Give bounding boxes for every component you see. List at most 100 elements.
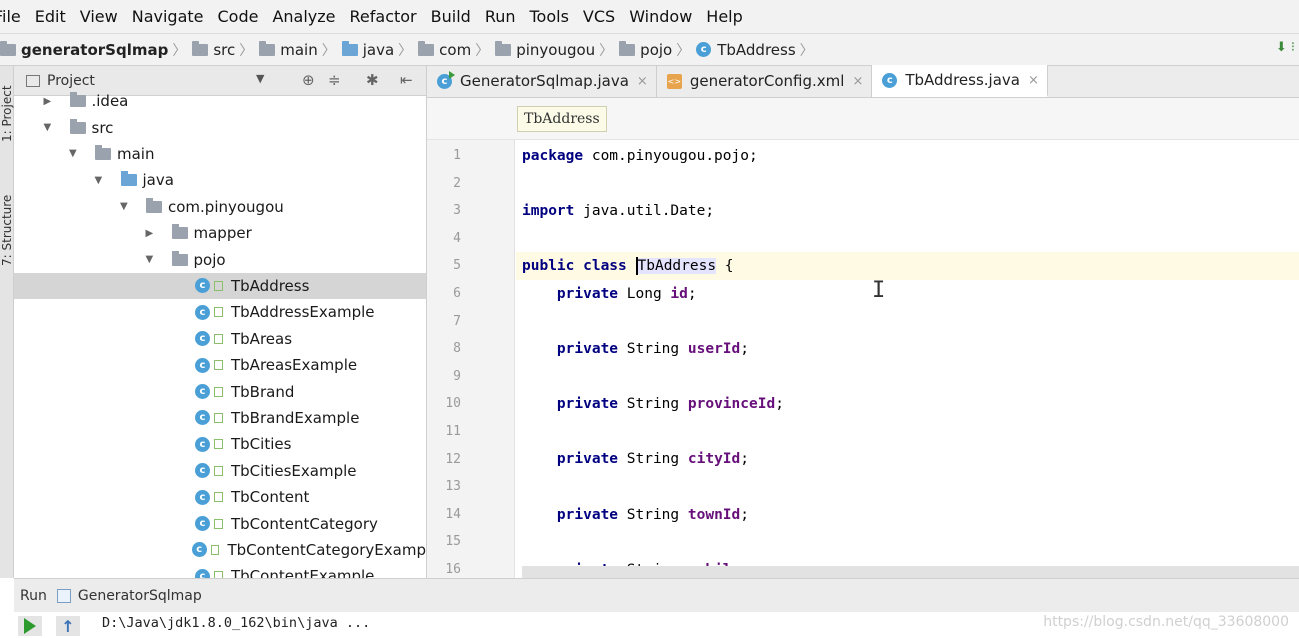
- menu-edit[interactable]: Edit: [28, 7, 73, 26]
- menu-build[interactable]: Build: [424, 7, 478, 26]
- tree-item-tbcities[interactable]: c TbCities: [14, 431, 426, 457]
- rerun-button[interactable]: [18, 616, 42, 636]
- tree-item--idea[interactable]: ▶ .idea: [14, 88, 426, 114]
- code-text: com.pinyougou.pojo;: [583, 147, 758, 164]
- expanded-arrow-icon[interactable]: ▼: [69, 148, 83, 159]
- project-panel-title[interactable]: Project: [47, 73, 95, 89]
- menu-refactor[interactable]: Refactor: [343, 7, 424, 26]
- class-icon: c: [195, 568, 210, 578]
- tree-item-tbareas[interactable]: c TbAreas: [14, 326, 426, 352]
- breadcrumb: src 〉 main 〉 java 〉 com 〉 pinyougou 〉 pojo 〉 c TbAddr…: [192, 40, 819, 60]
- locate-icon[interactable]: ⊕: [302, 71, 315, 89]
- project-tool-tab[interactable]: 1: Project: [0, 70, 14, 142]
- expanded-arrow-icon[interactable]: ▼: [146, 254, 160, 265]
- code-line[interactable]: package com.pinyougou.pojo;: [516, 142, 1299, 170]
- collapsed-arrow-icon[interactable]: ▶: [146, 228, 160, 239]
- tree-item-mapper[interactable]: ▶ mapper: [14, 220, 426, 246]
- code-keyword: private: [556, 451, 619, 468]
- code-line[interactable]: import java.util.Date;: [516, 197, 1299, 225]
- horizontal-scrollbar[interactable]: [522, 566, 1299, 578]
- close-icon[interactable]: ×: [852, 74, 863, 89]
- menu-help[interactable]: Help: [699, 7, 749, 26]
- line-number: 14: [445, 506, 461, 522]
- nav-crumb-label: pojo: [640, 40, 673, 59]
- class-icon: c: [191, 542, 207, 558]
- menu-analyze[interactable]: Analyze: [265, 7, 342, 26]
- menu-file[interactable]: File: [0, 7, 28, 26]
- class-icon: c: [195, 410, 210, 426]
- tree-item-tbareasexample[interactable]: c TbAreasExample: [14, 352, 426, 378]
- nav-crumb-tbaddress[interactable]: c TbAddress 〉: [696, 40, 819, 60]
- gear-icon[interactable]: ✱: [366, 71, 379, 89]
- code-line[interactable]: [516, 308, 1299, 336]
- code-line[interactable]: private Long id;: [516, 280, 1299, 308]
- nav-crumb-pojo[interactable]: pojo 〉: [619, 40, 696, 60]
- scroll-up-button[interactable]: ↑: [56, 616, 80, 636]
- run-tab-label[interactable]: Run: [20, 588, 47, 604]
- nav-crumb-label: src: [213, 40, 236, 59]
- class-breadcrumb-chip[interactable]: TbAddress: [517, 106, 607, 132]
- code-line[interactable]: private String townId;: [516, 501, 1299, 529]
- sort-icon[interactable]: ⬇ ⁝: [1276, 40, 1295, 55]
- menu-bar: FileEditViewNavigateCodeAnalyzeRefactorB…: [0, 0, 1299, 34]
- nav-crumb-main[interactable]: main 〉: [259, 40, 341, 60]
- code-line[interactable]: [516, 418, 1299, 446]
- tree-item-java[interactable]: ▼ java: [14, 167, 426, 193]
- tree-item-main[interactable]: ▼ main: [14, 141, 426, 167]
- tree-item-tbaddress[interactable]: c TbAddress: [14, 272, 426, 300]
- code-line[interactable]: private String provinceId;: [516, 390, 1299, 418]
- class-icon: c: [195, 436, 210, 452]
- menu-code[interactable]: Code: [211, 7, 266, 26]
- nav-crumb-java[interactable]: java 〉: [341, 40, 418, 60]
- menu-vcs[interactable]: VCS: [576, 7, 622, 26]
- class-icon: c: [195, 357, 210, 373]
- tree-item-tbcontent[interactable]: c TbContent: [14, 484, 426, 510]
- code-line[interactable]: [516, 528, 1299, 556]
- chevron-down-icon[interactable]: ▼: [256, 72, 264, 85]
- collapse-all-icon[interactable]: ≑: [328, 71, 341, 89]
- tab-generatorsqlmap-java[interactable]: c GeneratorSqlmap.java ×: [427, 65, 657, 97]
- menu-run[interactable]: Run: [478, 7, 523, 26]
- nav-crumb-src[interactable]: src 〉: [192, 40, 259, 60]
- nav-crumb-pinyougou[interactable]: pinyougou 〉: [495, 40, 619, 60]
- menu-window[interactable]: Window: [622, 7, 699, 26]
- tree-item-tbcontentcategory[interactable]: c TbContentCategory: [14, 510, 426, 536]
- tree-item-tbbrand[interactable]: c TbBrand: [14, 378, 426, 404]
- expanded-arrow-icon[interactable]: ▼: [120, 201, 134, 212]
- collapsed-arrow-icon[interactable]: ▶: [44, 96, 58, 107]
- code-line[interactable]: [516, 225, 1299, 253]
- close-icon[interactable]: ×: [637, 74, 648, 89]
- tree-item-com-pinyougou[interactable]: ▼ com.pinyougou: [14, 194, 426, 220]
- menu-navigate[interactable]: Navigate: [125, 7, 211, 26]
- project-view-icon: [26, 74, 40, 87]
- code-editor[interactable]: package com.pinyougou.pojo; import java.u…: [516, 140, 1299, 578]
- menu-tools[interactable]: Tools: [523, 7, 576, 26]
- tree-item-tbaddressexample[interactable]: c TbAddressExample: [14, 299, 426, 325]
- run-config-name[interactable]: GeneratorSqlmap: [78, 588, 202, 604]
- menu-view[interactable]: View: [73, 7, 125, 26]
- code-line[interactable]: [516, 363, 1299, 391]
- navigation-bar: generatorSqlmap 〉 src 〉 main 〉 java 〉 com 〉 piny…: [0, 34, 1299, 66]
- code-line[interactable]: [516, 473, 1299, 501]
- nav-crumb-project[interactable]: generatorSqlmap 〉: [0, 40, 192, 60]
- expanded-arrow-icon[interactable]: ▼: [95, 175, 109, 186]
- close-icon[interactable]: ×: [1028, 73, 1039, 88]
- tree-item-pojo[interactable]: ▼ pojo: [14, 246, 426, 272]
- tree-item-src[interactable]: ▼ src: [14, 114, 426, 140]
- code-line[interactable]: [516, 170, 1299, 198]
- tree-item-tbcontentcategoryexamp[interactable]: c TbContentCategoryExamp: [14, 537, 426, 563]
- code-text: String: [618, 506, 688, 523]
- code-line[interactable]: private String cityId;: [516, 446, 1299, 474]
- tree-item-tbcontentexample[interactable]: c TbContentExample: [14, 563, 426, 578]
- tree-item-tbbrandexample[interactable]: c TbBrandExample: [14, 405, 426, 431]
- code-line[interactable]: public class TbAddress {: [516, 252, 1299, 280]
- structure-tool-tab[interactable]: 7: Structure: [0, 176, 14, 266]
- nav-crumb-com[interactable]: com 〉: [418, 40, 495, 60]
- tab-generatorconfig-xml[interactable]: <> generatorConfig.xml ×: [657, 65, 873, 97]
- hide-panel-icon[interactable]: ⇤: [400, 71, 413, 89]
- expanded-arrow-icon[interactable]: ▼: [44, 122, 58, 133]
- tab-tbaddress-java[interactable]: c TbAddress.java ×: [872, 65, 1048, 97]
- class-icon: c: [696, 42, 712, 57]
- tree-item-tbcitiesexample[interactable]: c TbCitiesExample: [14, 458, 426, 484]
- code-line[interactable]: private String userId;: [516, 335, 1299, 363]
